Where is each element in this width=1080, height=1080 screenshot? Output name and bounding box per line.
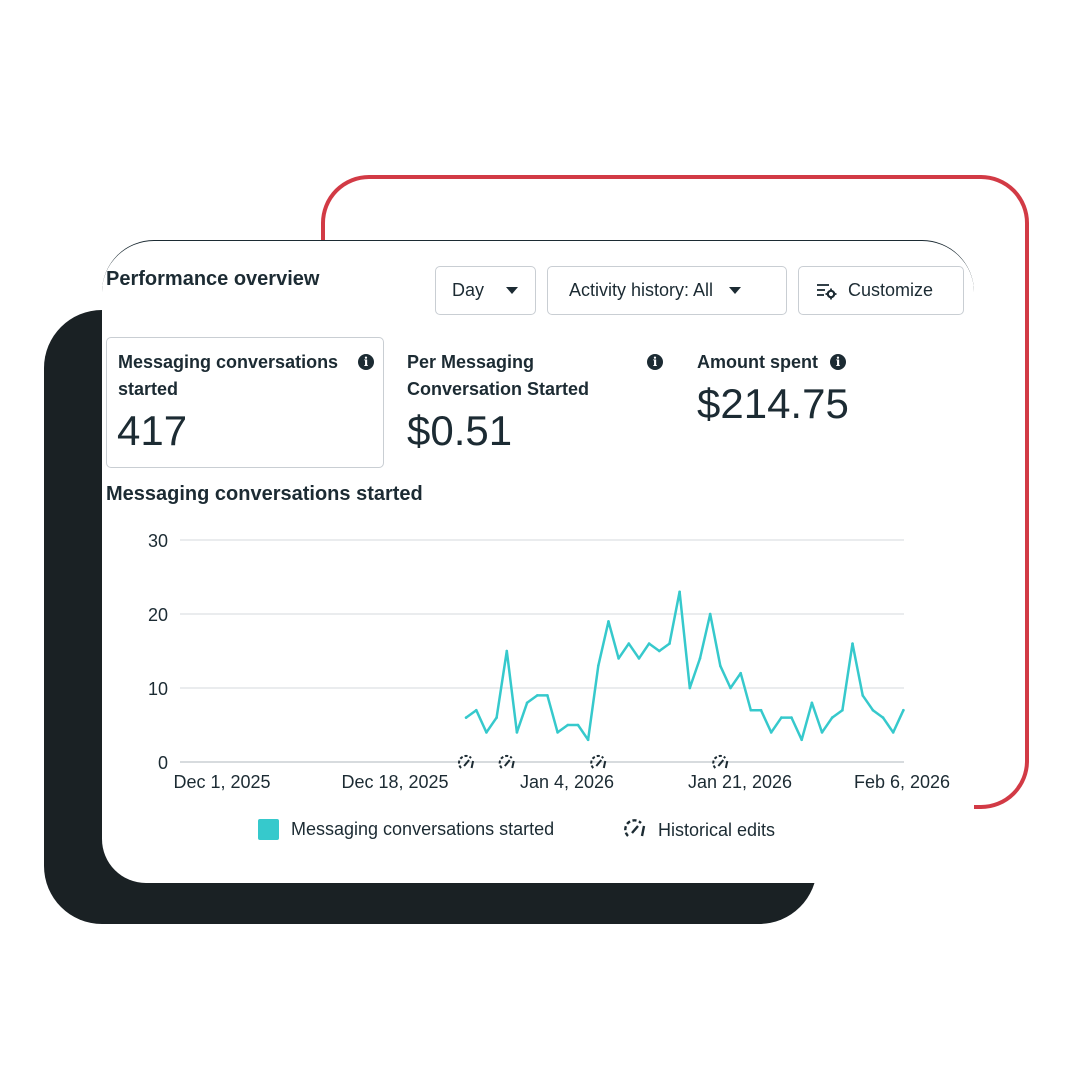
data-point — [647, 642, 651, 645]
x-tick-label: Dec 18, 2025 — [341, 772, 448, 792]
data-point — [810, 701, 814, 705]
data-point — [464, 716, 468, 719]
legend-swatch — [258, 819, 279, 840]
data-point — [495, 716, 498, 719]
x-tick-label: Feb 6, 2026 — [854, 772, 950, 792]
data-point — [627, 642, 631, 645]
data-point — [871, 708, 875, 712]
x-tick-label: Jan 21, 2026 — [688, 772, 792, 792]
data-point — [474, 708, 478, 712]
data-point — [719, 664, 722, 668]
data-point — [800, 738, 803, 742]
data-point — [851, 642, 854, 645]
data-point — [586, 738, 590, 742]
data-point — [780, 716, 783, 719]
y-tick-label: 30 — [148, 531, 168, 551]
data-point — [566, 723, 570, 727]
data-point — [739, 671, 742, 675]
data-point — [769, 731, 773, 734]
performance-card: Performance overview Day Activity histor… — [102, 240, 974, 883]
data-point — [525, 701, 529, 705]
legend-series[interactable]: Messaging conversations started — [258, 819, 554, 840]
legend-edits-label: Historical edits — [658, 819, 776, 840]
legend-historical-edits[interactable]: Historical edits — [624, 819, 775, 841]
data-point — [617, 657, 620, 660]
data-point — [759, 708, 763, 712]
data-point — [902, 708, 905, 712]
data-point — [668, 642, 671, 645]
data-point — [729, 686, 732, 690]
x-tick-label: Jan 4, 2026 — [520, 772, 614, 792]
line-chart: 0 10 20 30 Dec 1, 2025 Dec 18, 2025 Jan 4, 20… — [148, 531, 950, 792]
data-point — [576, 723, 580, 727]
data-point — [485, 731, 488, 734]
y-tick-label: 0 — [158, 753, 168, 773]
data-point — [708, 612, 712, 616]
data-point — [820, 731, 824, 734]
data-point — [688, 686, 692, 690]
data-point — [749, 708, 753, 712]
data-point — [596, 664, 600, 668]
data-point — [637, 657, 641, 660]
data-point — [515, 731, 519, 734]
y-tick-label: 10 — [148, 679, 168, 699]
data-point — [881, 716, 885, 719]
data-point — [841, 708, 844, 712]
data-point — [505, 649, 509, 653]
data-point — [790, 716, 793, 719]
data-point — [607, 620, 610, 623]
data-point — [861, 694, 865, 697]
data-point — [546, 694, 549, 697]
data-point — [556, 731, 559, 734]
x-tick-label: Dec 1, 2025 — [173, 772, 270, 792]
data-point — [891, 731, 895, 734]
data-point — [678, 590, 681, 594]
data-point — [535, 694, 539, 697]
legend-series-label: Messaging conversations started — [291, 819, 555, 839]
historical-edits-icon — [624, 819, 646, 837]
data-point — [698, 657, 702, 660]
data-point — [658, 649, 661, 653]
y-tick-label: 20 — [148, 605, 168, 625]
data-point — [830, 716, 834, 719]
